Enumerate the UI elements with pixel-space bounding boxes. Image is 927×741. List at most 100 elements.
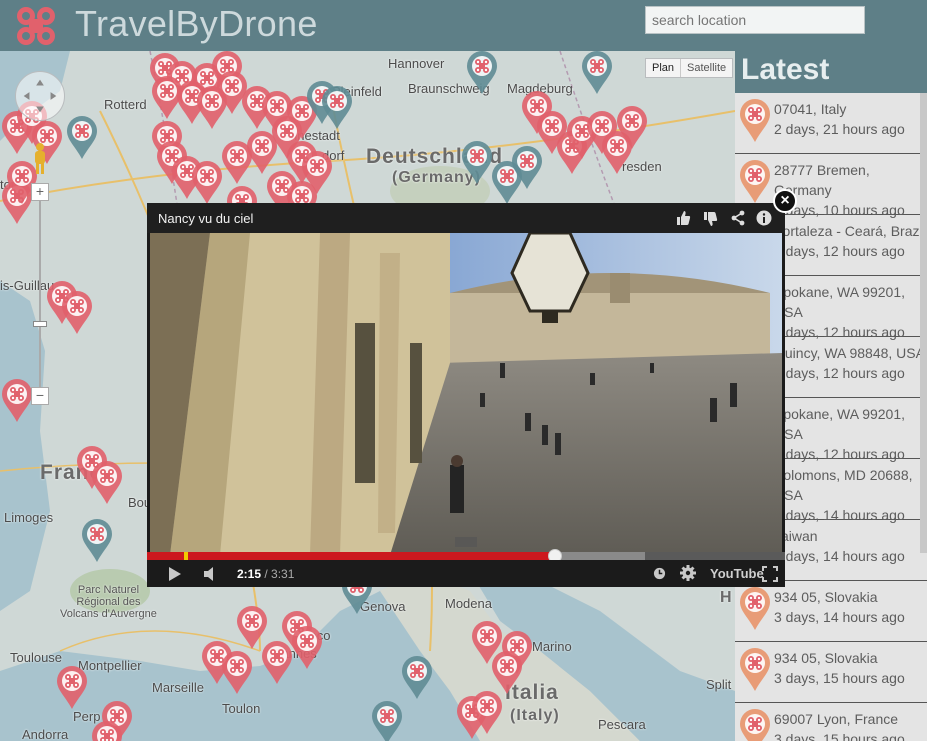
progress-played — [147, 552, 555, 560]
map-label: Split — [706, 677, 732, 692]
header-bar: TravelByDrone — [0, 0, 927, 51]
latest-item[interactable]: 69007 Lyon, France 3 days, 15 hours ago — [735, 703, 927, 741]
latest-item-location: Quincy, WA 98848, USA — [774, 345, 925, 361]
youtube-label: YouTube — [710, 566, 764, 581]
drone-video-pin-icon[interactable] — [65, 116, 99, 160]
latest-item-time-ago: 3 days, 15 hours ago — [774, 670, 905, 686]
latest-item-location: Spokane, WA 99201, USA — [774, 406, 906, 442]
thumbs-up-icon[interactable] — [675, 210, 691, 226]
latest-item-location: 28777 Bremen, Germany — [774, 162, 870, 198]
location-pin-icon — [740, 648, 770, 691]
latest-item-time-ago: 3 days, 12 hours ago — [774, 243, 905, 259]
latest-item[interactable]: 934 05, Slovakia 3 days, 15 hours ago — [735, 642, 927, 703]
sidebar-scrollbar[interactable] — [920, 93, 927, 553]
latest-item[interactable]: 934 05, Slovakia 3 days, 14 hours ago — [735, 581, 927, 642]
map-label: Marino — [532, 639, 572, 654]
latest-item-time-ago: 3 days, 15 hours ago — [774, 731, 905, 741]
zoom-slider[interactable]: + − — [31, 183, 49, 405]
latest-item-location: Solomons, MD 20688, USA — [774, 467, 913, 503]
info-icon[interactable] — [756, 210, 772, 226]
site-title[interactable]: TravelByDrone — [75, 3, 318, 45]
video-title[interactable]: Nancy vu du ciel — [158, 211, 253, 226]
latest-item-location: Taiwan — [774, 528, 818, 544]
latest-title: Latest — [735, 51, 927, 93]
latest-item-time-ago: 2 days, 21 hours ago — [774, 121, 905, 137]
total-time: 3:31 — [271, 567, 295, 581]
search-location-input[interactable] — [645, 6, 865, 34]
location-pin-icon — [740, 160, 770, 203]
drone-video-pin-icon[interactable] — [220, 651, 254, 695]
map-label: Limoges — [4, 510, 54, 525]
drone-video-pin-icon[interactable] — [320, 86, 354, 130]
thumbs-down-icon[interactable] — [702, 211, 718, 227]
share-icon[interactable] — [730, 210, 746, 226]
map-label: Parc Naturel Régional des Volcans d'Auve… — [60, 584, 157, 620]
drone-video-pin-icon[interactable] — [470, 691, 504, 735]
time-separator: / — [261, 567, 272, 581]
zoom-handle[interactable] — [33, 321, 47, 327]
drone-video-pin-icon[interactable] — [490, 651, 524, 695]
map-type-toggle: Plan Satellite — [645, 58, 734, 78]
drone-video-pin-icon[interactable] — [90, 721, 124, 741]
drone-video-pin-icon[interactable] — [80, 519, 114, 563]
drone-video-pin-icon[interactable] — [290, 626, 324, 670]
drone-video-pin-icon[interactable] — [400, 656, 434, 700]
latest-item-time-ago: 3 days, 14 hours ago — [774, 548, 905, 564]
video-controls: 2:15 / 3:31 YouTube — [147, 560, 785, 587]
progress-marker — [184, 552, 188, 560]
location-pin-icon — [740, 709, 770, 741]
latest-item-time-ago: 3 days, 12 hours ago — [774, 365, 905, 381]
current-time: 2:15 — [237, 567, 262, 581]
map-label: Rotterd — [104, 97, 147, 112]
map-label: Modena — [445, 596, 492, 611]
drone-video-pin-icon[interactable] — [460, 141, 494, 185]
map-type-satellite-button[interactable]: Satellite — [681, 59, 732, 77]
video-time: 2:15 / 3:31 — [237, 567, 294, 581]
fullscreen-icon[interactable] — [762, 566, 778, 582]
play-icon[interactable] — [167, 566, 183, 582]
latest-item-location: Spokane, WA 99201, USA — [774, 284, 906, 320]
map-label: (Italy) — [510, 707, 560, 724]
location-pin-icon — [740, 99, 770, 142]
video-player[interactable]: Nancy vu du ciel 2:15 / 3:31 YouTube — [147, 203, 785, 587]
youtube-logo-icon[interactable]: YouTube — [710, 566, 764, 581]
map-label: Toulouse — [10, 650, 63, 665]
street-view-pegman-icon[interactable] — [31, 141, 49, 175]
drone-video-pin-icon[interactable] — [0, 379, 34, 423]
map-label: Pescara — [598, 717, 646, 732]
latest-item-location: 69007 Lyon, France — [774, 711, 899, 727]
map-label: Hannover — [388, 56, 445, 71]
map-pan-control[interactable] — [15, 71, 65, 121]
drone-video-pin-icon[interactable] — [190, 161, 224, 205]
map-label: Andorra — [22, 727, 69, 741]
map-label: H — [720, 589, 733, 606]
location-pin-icon — [740, 587, 770, 630]
drone-video-pin-icon[interactable] — [90, 461, 124, 505]
zoom-out-button[interactable]: − — [31, 387, 49, 405]
zoom-track[interactable] — [39, 201, 41, 387]
watch-later-clock-icon[interactable] — [653, 567, 666, 580]
drone-video-pin-icon[interactable] — [465, 51, 499, 95]
drone-video-pin-icon[interactable] — [260, 641, 294, 685]
map-label: Marseille — [152, 680, 205, 695]
map-label: Toulon — [222, 701, 261, 716]
close-video-button[interactable]: × — [773, 189, 797, 213]
latest-item[interactable]: 07041, Italy 2 days, 21 hours ago — [735, 93, 927, 154]
drone-video-pin-icon[interactable] — [55, 666, 89, 710]
settings-gear-icon[interactable] — [680, 565, 696, 581]
video-frame[interactable] — [150, 233, 782, 555]
drone-video-pin-icon[interactable] — [370, 701, 404, 741]
map-type-plan-button[interactable]: Plan — [646, 59, 682, 77]
latest-item-location: 07041, Italy — [774, 101, 847, 117]
latest-item-time-ago: 3 days, 14 hours ago — [774, 609, 905, 625]
drone-video-pin-icon[interactable] — [615, 106, 649, 150]
zoom-in-button[interactable]: + — [31, 183, 49, 201]
latest-item-location: 934 05, Slovakia — [774, 589, 878, 605]
latest-item-location: 934 05, Slovakia — [774, 650, 878, 666]
latest-item-location: Fortaleza - Ceará, Brazil — [774, 223, 926, 239]
volume-icon[interactable] — [202, 566, 218, 582]
drone-video-pin-icon[interactable] — [580, 51, 614, 95]
drone-video-pin-icon[interactable] — [60, 291, 94, 335]
video-progress-bar[interactable] — [147, 549, 785, 563]
drone-logo-icon[interactable] — [15, 5, 57, 47]
